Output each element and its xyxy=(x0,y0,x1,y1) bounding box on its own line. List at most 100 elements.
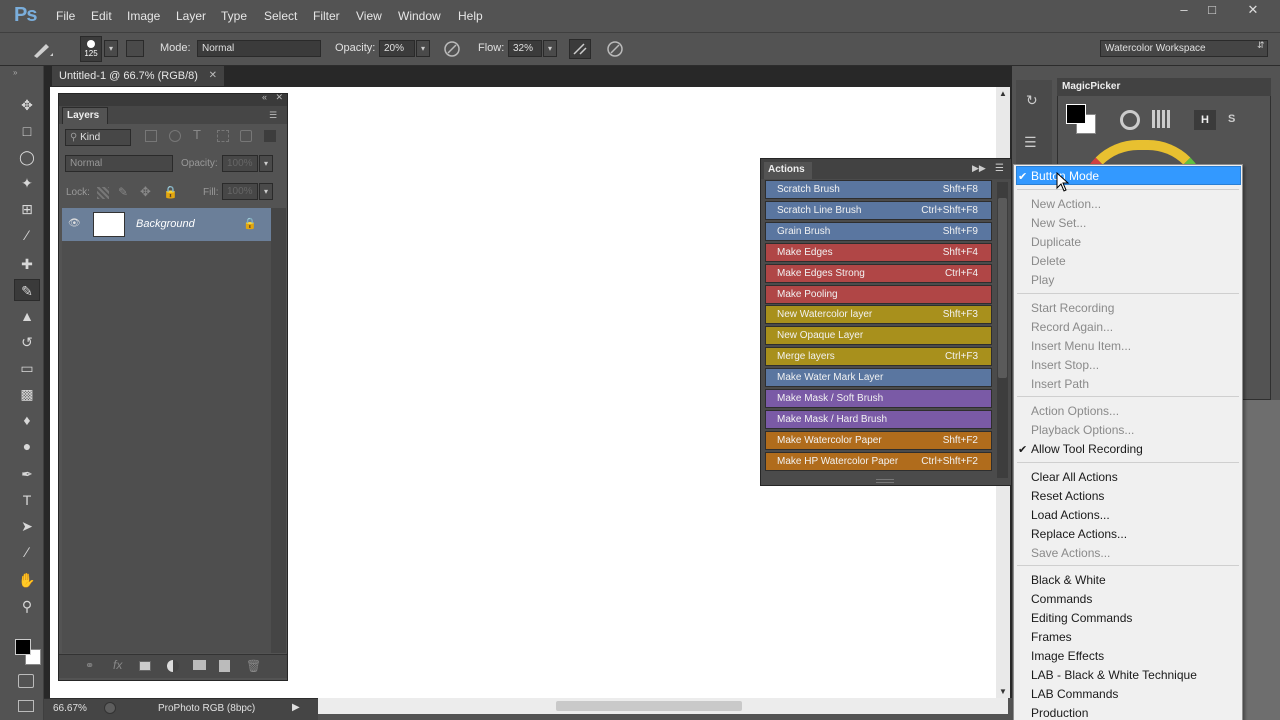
action-button[interactable]: Scratch Brush Shft+F8 xyxy=(765,180,992,199)
menu-filter[interactable]: Filter xyxy=(313,9,340,23)
action-button[interactable]: Make Mask / Soft Brush xyxy=(765,389,992,408)
brush-tool-icon[interactable] xyxy=(30,39,54,59)
actions-resize-grip[interactable] xyxy=(876,479,894,483)
action-button[interactable]: Make HP Watercolor Paper Ctrl+Shft+F2 xyxy=(765,451,992,471)
menu-item[interactable]: Replace Actions... xyxy=(1031,527,1127,541)
layer-filter-kind[interactable]: ⚲ Kind xyxy=(65,129,131,146)
line-tool-icon[interactable]: ∕ xyxy=(14,541,40,563)
delete-layer-icon[interactable]: 🗑 xyxy=(246,659,261,673)
menu-item[interactable]: Allow Tool Recording xyxy=(1031,442,1143,456)
menu-layer[interactable]: Layer xyxy=(176,9,206,23)
brush-panel-toggle-icon[interactable] xyxy=(126,40,144,57)
action-button[interactable]: Make Watercolor Paper Shft+F2 xyxy=(765,430,992,450)
marquee-tool-icon[interactable]: □ xyxy=(14,120,40,142)
menu-item[interactable]: Commands xyxy=(1031,592,1092,606)
pressure-size-icon[interactable] xyxy=(606,40,624,58)
blur-tool-icon[interactable]: ♦ xyxy=(14,409,40,431)
zoom-tool-icon[interactable]: ⚲ xyxy=(14,595,40,617)
layer-opacity-dropdown-icon[interactable]: ▾ xyxy=(259,155,273,172)
new-layer-icon[interactable] xyxy=(219,660,230,672)
history-icon[interactable]: ↻ xyxy=(1026,92,1038,109)
pen-tool-icon[interactable]: ✒ xyxy=(14,463,40,485)
magicpicker-title[interactable]: MagicPicker xyxy=(1057,78,1271,96)
crop-tool-icon[interactable]: ⊞ xyxy=(14,198,40,220)
layers-close-icon[interactable]: ✕ xyxy=(275,92,283,103)
menu-item[interactable]: Production xyxy=(1031,706,1088,720)
filter-adjustment-icon[interactable] xyxy=(169,130,181,142)
brush-preset-picker[interactable]: 125 xyxy=(80,36,102,62)
hand-tool-icon[interactable]: ✋ xyxy=(14,569,40,591)
action-button[interactable]: Make Mask / Hard Brush xyxy=(765,409,992,429)
action-button[interactable]: New Watercolor layer Shft+F3 xyxy=(765,305,992,325)
screen-mode-icon[interactable] xyxy=(18,700,34,712)
path-selection-tool-icon[interactable]: ➤ xyxy=(14,515,40,537)
layer-blend-mode[interactable]: Normal xyxy=(65,155,173,172)
status-info-icon[interactable] xyxy=(104,702,116,714)
action-button[interactable]: Scratch Line Brush Ctrl+Shft+F8 xyxy=(765,200,992,220)
lock-transparent-icon[interactable] xyxy=(97,187,109,199)
slider-mode-icon[interactable] xyxy=(1152,110,1170,128)
flow-input[interactable]: 32% xyxy=(508,40,542,57)
fill-dropdown-icon[interactable]: ▾ xyxy=(259,183,273,200)
menu-item[interactable]: Black & White xyxy=(1031,573,1106,587)
menu-item[interactable]: LAB - Black & White Technique xyxy=(1031,668,1197,682)
menu-window[interactable]: Window xyxy=(398,9,441,23)
link-layers-icon[interactable]: ⚭ xyxy=(85,659,94,672)
layer-row-background[interactable]: 👁 Background 🔒 xyxy=(62,208,271,241)
menu-select[interactable]: Select xyxy=(264,9,297,23)
lock-position-icon[interactable]: ✥ xyxy=(140,184,151,200)
type-tool-icon[interactable]: T xyxy=(14,489,40,511)
saturation-toggle-button[interactable]: S xyxy=(1228,113,1235,125)
filter-type-icon[interactable]: T xyxy=(193,127,201,142)
add-mask-icon[interactable] xyxy=(139,661,151,671)
menu-item[interactable]: LAB Commands xyxy=(1031,687,1118,701)
wheel-mode-icon[interactable] xyxy=(1120,110,1140,130)
document-close-icon[interactable]: ✕ xyxy=(209,66,217,86)
history-brush-tool-icon[interactable]: ↺ xyxy=(14,331,40,353)
healing-brush-tool-icon[interactable]: ✚ xyxy=(14,253,40,275)
adjustment-layer-icon[interactable] xyxy=(167,660,179,672)
hue-toggle-button[interactable]: H xyxy=(1194,110,1216,130)
foreground-color-icon[interactable] xyxy=(15,639,31,655)
menu-item[interactable]: Load Actions... xyxy=(1031,508,1110,522)
action-button[interactable]: Merge layers Ctrl+F3 xyxy=(765,347,992,367)
layer-name[interactable]: Background xyxy=(136,218,195,230)
filter-pixel-icon[interactable] xyxy=(145,130,157,142)
action-button[interactable]: Grain Brush Shft+F9 xyxy=(765,221,992,241)
document-tab[interactable]: Untitled-1 @ 66.7% (RGB/8) ✕ xyxy=(52,66,224,86)
actions-scroll-thumb[interactable] xyxy=(998,198,1007,378)
pressure-opacity-icon[interactable] xyxy=(443,40,461,58)
new-group-icon[interactable] xyxy=(193,660,206,670)
zoom-level[interactable]: 66.67% xyxy=(53,703,87,714)
menu-file[interactable]: File xyxy=(56,9,75,23)
tab-actions[interactable]: Actions xyxy=(764,162,812,179)
fx-icon[interactable]: fx xyxy=(113,658,122,672)
menu-view[interactable]: View xyxy=(356,9,382,23)
layer-fill-input[interactable]: 100% xyxy=(222,183,258,200)
layers-panel-menu-icon[interactable]: ☰ xyxy=(269,110,277,121)
brush-tool-icon[interactable]: ✎ xyxy=(14,279,40,301)
eraser-tool-icon[interactable]: ▭ xyxy=(14,357,40,379)
menu-item[interactable]: Frames xyxy=(1031,630,1072,644)
magic-wand-tool-icon[interactable]: ✦ xyxy=(14,172,40,194)
scroll-up-icon[interactable]: ▲ xyxy=(999,89,1007,98)
brush-preset-dropdown-icon[interactable]: ▾ xyxy=(104,40,118,57)
filter-smart-object-icon[interactable] xyxy=(240,130,252,142)
gradient-tool-icon[interactable]: ▩ xyxy=(14,383,40,405)
horizontal-scroll-thumb[interactable] xyxy=(556,701,742,711)
layer-opacity-input[interactable]: 100% xyxy=(222,155,258,172)
action-button[interactable]: New Opaque Layer xyxy=(765,326,992,346)
menu-item[interactable]: Clear All Actions xyxy=(1031,470,1118,484)
move-tool-icon[interactable]: ✥ xyxy=(14,94,40,116)
eyedropper-tool-icon[interactable]: ⁄ xyxy=(14,224,40,246)
actions-expand-icon[interactable]: ▶▶ xyxy=(972,163,986,174)
menu-item[interactable]: Image Effects xyxy=(1031,649,1104,663)
workspace-select[interactable]: Watercolor Workspace xyxy=(1100,40,1268,57)
actions-panel-menu-icon[interactable]: ☰ xyxy=(995,163,1004,174)
properties-icon[interactable]: ☰ xyxy=(1024,134,1037,151)
action-button[interactable]: Make Pooling xyxy=(765,284,992,304)
opacity-dropdown-icon[interactable]: ▾ xyxy=(416,40,430,57)
menu-help[interactable]: Help xyxy=(458,9,483,23)
stamp-tool-icon[interactable]: ▲ xyxy=(14,305,40,327)
mode-select[interactable]: Normal xyxy=(197,40,321,57)
